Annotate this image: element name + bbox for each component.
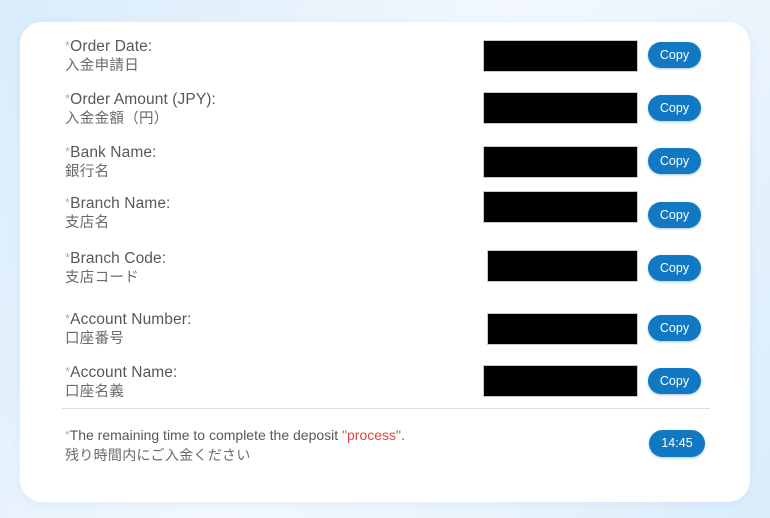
countdown-timer-badge: 14:45 [649,430,705,457]
field-label-en: *Branch Code: [65,250,167,267]
field-label-en: *Order Amount (JPY): [65,91,216,108]
field-label-en: *Account Name: [65,364,178,381]
field-label-ja: 銀行名 [65,164,110,180]
field-label-bank-name: *Bank Name: 銀行名 [65,142,435,182]
field-label-branch-code: *Branch Code: 支店コード [65,248,435,288]
field-label-en: *Order Date: [65,38,153,55]
footer-note-ja: 残り時間内にご入金ください [65,447,251,463]
field-value-redacted-order-amount[interactable] [483,92,638,124]
field-label-ja: 口座番号 [65,331,125,347]
field-label-order-date: *Order Date: 入金申請日 [65,36,435,76]
copy-button-account-name[interactable]: Copy [648,368,701,394]
copy-button-account-number[interactable]: Copy [648,315,701,341]
field-value-redacted-bank-name[interactable] [483,146,638,178]
footer-note-en: *The remaining time to complete the depo… [65,427,405,443]
field-value-redacted-account-name[interactable] [483,365,638,397]
deposit-details-card: *Order Date: 入金申請日 Copy *Order Amount (J… [20,22,750,502]
field-value-redacted-branch-name[interactable] [483,191,638,223]
page-background: *Order Date: 入金申請日 Copy *Order Amount (J… [0,0,770,518]
field-value-redacted-order-date[interactable] [483,40,638,72]
copy-button-order-date[interactable]: Copy [648,42,701,68]
field-label-en: *Bank Name: [65,144,157,161]
field-label-en: *Branch Name: [65,195,171,212]
copy-button-branch-name[interactable]: Copy [648,202,701,228]
field-label-ja: 支店コード [65,270,139,286]
field-label-order-amount: *Order Amount (JPY): 入金金額（円） [65,89,435,129]
field-value-redacted-branch-code[interactable] [487,250,638,282]
field-value-redacted-account-number[interactable] [487,313,638,345]
section-divider [62,408,710,409]
field-label-branch-name: *Branch Name: 支店名 [65,193,435,233]
field-label-account-name: *Account Name: 口座名義 [65,362,435,402]
field-label-ja: 支店名 [65,215,110,231]
field-label-en: *Account Number: [65,311,192,328]
copy-button-order-amount[interactable]: Copy [648,95,701,121]
field-label-ja: 入金金額（円） [65,111,169,127]
copy-button-bank-name[interactable]: Copy [648,148,701,174]
field-label-ja: 入金申請日 [65,58,139,74]
footer-highlight-process: "process" [342,427,402,443]
field-label-account-number: *Account Number: 口座番号 [65,309,435,349]
copy-button-branch-code[interactable]: Copy [648,255,701,281]
field-label-ja: 口座名義 [65,384,125,400]
footer-note: *The remaining time to complete the depo… [65,426,585,466]
